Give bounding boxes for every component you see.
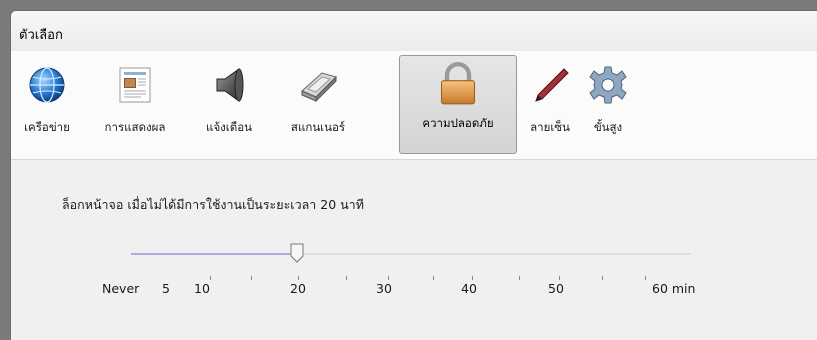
tab-signature[interactable]: ลายเซ็น (521, 55, 579, 154)
tab-scanner-label: สแกนเนอร์ (290, 120, 346, 134)
tab-security-label: ความปลอดภัย (422, 116, 494, 130)
slider-fill (131, 253, 297, 255)
slider-tick (559, 276, 560, 280)
tab-advanced-label: ขั้นสูง (593, 120, 623, 134)
options-window: ตัวเลือก เครือข่าย การแสดงผล แจ้งเตือน ส… (10, 10, 817, 340)
slider-tick-label: 30 (376, 281, 392, 296)
slider-tick (388, 276, 389, 280)
speaker-icon (216, 68, 244, 102)
security-panel: ล็อกหน้าจอ เมื่อไม่ได้มีการใช้งานเป็นระย… (11, 161, 817, 340)
lock-screen-description: ล็อกหน้าจอ เมื่อไม่ได้มีการใช้งานเป็นระย… (62, 197, 364, 212)
title-bar: ตัวเลือก (11, 11, 817, 52)
slider-tick (298, 276, 299, 280)
toolbar: เครือข่าย การแสดงผล แจ้งเตือน สแกนเนอร์ … (11, 51, 817, 160)
slider-tick (251, 276, 252, 280)
slider-tick (645, 276, 646, 280)
tab-network[interactable]: เครือข่าย (13, 55, 81, 154)
slider-tick (433, 276, 434, 280)
tab-notifications[interactable]: แจ้งเตือน (191, 55, 267, 154)
window-title: ตัวเลือก (19, 28, 63, 43)
slider-tick (346, 276, 347, 280)
gear-icon (589, 66, 627, 104)
slider-tick-label: 40 (461, 281, 477, 296)
slider-tick-label: 50 (548, 281, 564, 296)
slider-tick (602, 276, 603, 280)
slider-tick (472, 276, 473, 280)
scanner-icon (301, 72, 337, 103)
slider-tick (210, 276, 211, 280)
slider-tick-label: 10 (194, 281, 210, 296)
tab-scanner[interactable]: สแกนเนอร์ (269, 55, 367, 154)
tab-display-label: การแสดงผล (104, 120, 166, 134)
globe-icon (29, 67, 65, 103)
slider-tick-label: Never (102, 281, 140, 296)
pen-icon (535, 68, 569, 102)
tab-display[interactable]: การแสดงผล (83, 55, 187, 154)
display-document-icon (119, 67, 151, 103)
tab-security[interactable]: ความปลอดภัย (399, 55, 517, 154)
slider-thumb[interactable] (290, 243, 304, 263)
tab-network-label: เครือข่าย (24, 120, 70, 134)
tab-notifications-label: แจ้งเตือน (206, 120, 252, 134)
slider-tick-label: 5 (162, 281, 170, 296)
lock-timeout-slider-track[interactable] (131, 253, 691, 255)
tab-advanced[interactable]: ขั้นสูง (583, 55, 633, 154)
padlock-icon (440, 62, 476, 105)
slider-tick-label: 20 (290, 281, 306, 296)
tab-signature-label: ลายเซ็น (530, 120, 570, 134)
slider-tick-label: 60 min (652, 281, 696, 296)
slider-tick (519, 276, 520, 280)
